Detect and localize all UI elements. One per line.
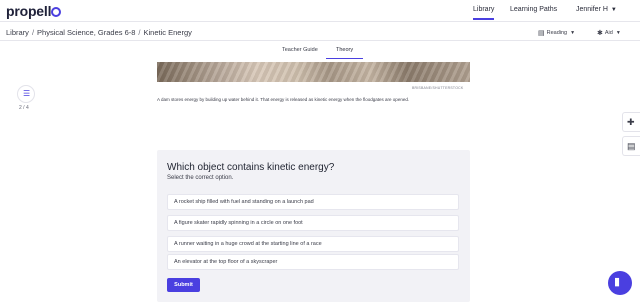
breadcrumb-item-current: Kinetic Energy (143, 28, 192, 37)
image-credit: BRISBANE/SHUTTERSTOCK (412, 86, 464, 90)
breadcrumb-item-library[interactable]: Library (6, 28, 29, 37)
tab-teacher-guide[interactable]: Teacher Guide (282, 47, 318, 53)
reading-dropdown[interactable]: ▤ Reading ▼ (538, 29, 575, 37)
tab-theory[interactable]: Theory (326, 47, 364, 59)
chevron-down-icon: ▼ (610, 7, 617, 13)
answer-option-label: A runner waiting in a huge crowd at the … (174, 241, 322, 247)
content-tabs: Teacher Guide Theory (0, 41, 640, 61)
nav-tab-label: Library (473, 6, 495, 13)
submit-button[interactable]: Submit (167, 278, 200, 292)
nav-tab-learning-paths[interactable]: Learning Paths (510, 6, 557, 13)
chat-button[interactable]: ▮ (608, 271, 632, 295)
user-menu[interactable]: Jennifer H ▼ (576, 6, 617, 13)
answer-option-label: An elevator at the top floor of a skyscr… (174, 259, 278, 265)
chat-bubble-icon: ▮ (614, 276, 621, 288)
tab-label: Theory (336, 47, 354, 53)
breadcrumb-separator: / (31, 28, 35, 37)
lesson-outline-button[interactable]: ☰ (17, 85, 35, 103)
logo-ring-icon (51, 7, 62, 17)
puzzle-tool-button[interactable]: ✚ (622, 112, 640, 132)
answer-option[interactable]: A runner waiting in a huge crowd at the … (167, 236, 459, 252)
question-text: Which object contains kinetic energy? (167, 162, 335, 173)
dam-image (157, 62, 470, 82)
answer-option[interactable]: A figure skater rapidly spinning in a ci… (167, 215, 459, 231)
breadcrumb-separator: / (138, 28, 141, 37)
nav-tab-library[interactable]: Library (473, 6, 495, 20)
breadcrumb-bar: Library / Physical Science, Grades 6-8/Kin… (0, 22, 640, 41)
answer-option-label: A rocket ship filled with fuel and stand… (174, 199, 314, 205)
reading-label: Reading (546, 30, 568, 36)
tab-label: Teacher Guide (282, 47, 318, 53)
accessibility-icon: ✱ (597, 30, 603, 37)
user-name: Jennifer H (576, 6, 608, 13)
breadcrumb: Library / Physical Science, Grades 6-8/Kin… (6, 28, 192, 37)
page-progress: 2 / 4 (19, 105, 29, 111)
question-instruction: Select the correct option. (167, 175, 234, 181)
notes-icon: ▤ (627, 141, 636, 151)
book-icon: ▤ (538, 30, 545, 37)
quiz-card: Which object contains kinetic energy? Se… (157, 150, 470, 302)
chevron-down-icon: ▼ (570, 30, 576, 36)
chevron-down-icon: ▼ (615, 30, 621, 36)
list-icon: ☰ (23, 89, 31, 98)
aid-dropdown[interactable]: ✱ Aid ▼ (597, 29, 621, 37)
answer-option-label: A figure skater rapidly spinning in a ci… (174, 220, 303, 226)
puzzle-icon: ✚ (627, 117, 635, 127)
top-nav-bar: propell Library Learning Paths Jennifer … (0, 0, 640, 22)
logo-text: propell (6, 3, 52, 19)
image-caption: A dam stores energy by building up water… (157, 97, 410, 102)
aid-label: Aid (604, 30, 613, 36)
propello-logo[interactable]: propell (6, 3, 62, 19)
nav-tab-label: Learning Paths (510, 6, 558, 13)
answer-option[interactable]: A rocket ship filled with fuel and stand… (167, 194, 459, 210)
answer-option[interactable]: An elevator at the top floor of a skyscr… (167, 254, 459, 270)
notes-tool-button[interactable]: ▤ (622, 136, 640, 156)
breadcrumb-item-course[interactable]: Physical Science, Grades 6-8 (37, 28, 135, 37)
